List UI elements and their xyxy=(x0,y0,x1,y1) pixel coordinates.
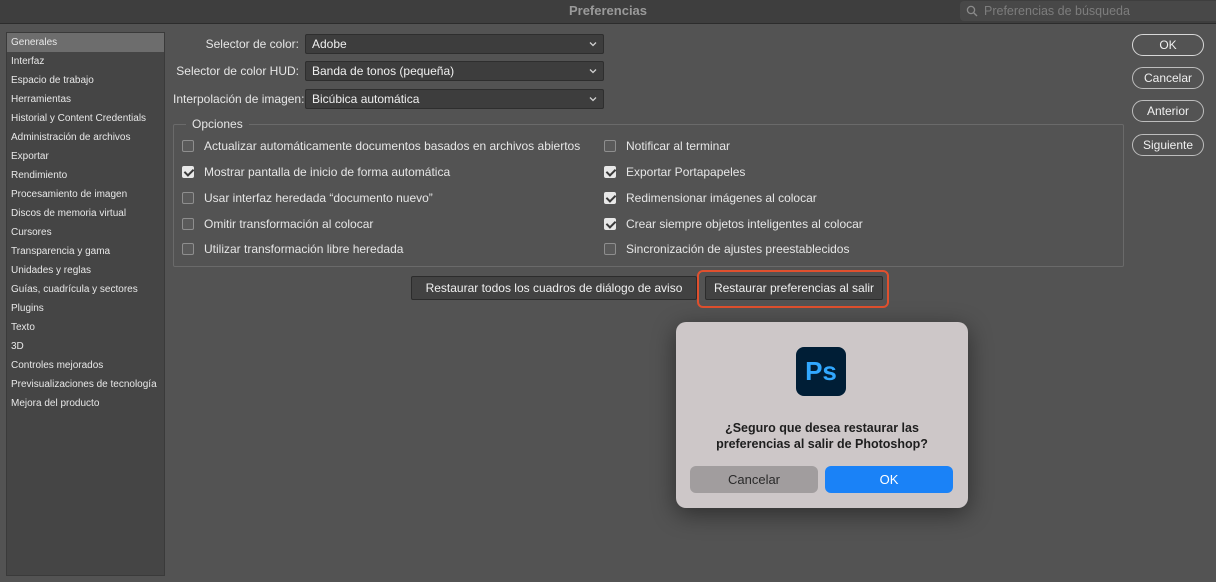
checkbox-unchecked-icon[interactable] xyxy=(604,243,616,255)
checkbox-unchecked-icon[interactable] xyxy=(182,218,194,230)
color-picker-value: Adobe xyxy=(312,37,347,51)
chevron-down-icon xyxy=(589,69,597,74)
interpolation-value: Bicúbica automática xyxy=(312,92,420,106)
sidebar-item[interactable]: Unidades y reglas xyxy=(7,261,164,280)
sidebar-item[interactable]: Cursores xyxy=(7,223,164,242)
option-checkbox[interactable]: Omitir transformación al colocar xyxy=(182,217,373,231)
option-label: Exportar Portapapeles xyxy=(626,165,746,179)
sidebar-item[interactable]: Procesamiento de imagen xyxy=(7,185,164,204)
option-label: Omitir transformación al colocar xyxy=(204,217,374,231)
sidebar-item[interactable]: Generales xyxy=(7,33,164,52)
option-label: Sincronización de ajustes preestablecido… xyxy=(626,242,850,256)
next-button[interactable]: Siguiente xyxy=(1132,134,1204,156)
checkbox-checked-icon[interactable] xyxy=(604,218,616,230)
hud-picker-label: Selector de color HUD: xyxy=(176,64,299,78)
search-input[interactable] xyxy=(984,4,1204,18)
dialog-ok-button[interactable]: OK xyxy=(825,466,953,493)
chevron-down-icon xyxy=(589,97,597,102)
checkbox-unchecked-icon[interactable] xyxy=(604,140,616,152)
interpolation-row: Interpolación de imagen: Bicúbica automá… xyxy=(173,89,604,109)
chevron-down-icon xyxy=(589,42,597,47)
sidebar-item[interactable]: Mejora del producto xyxy=(7,394,164,413)
sidebar-item[interactable]: Interfaz xyxy=(7,52,164,71)
title-bar: Preferencias xyxy=(0,0,1216,24)
search-icon xyxy=(966,5,978,17)
highlight-outline xyxy=(697,270,889,308)
options-legend: Opciones xyxy=(186,117,249,131)
hud-picker-value: Banda de tonos (pequeña) xyxy=(312,64,455,78)
sidebar-item[interactable]: Espacio de trabajo xyxy=(7,71,164,90)
sidebar-item[interactable]: Historial y Content Credentials xyxy=(7,109,164,128)
hud-picker-select[interactable]: Banda de tonos (pequeña) xyxy=(305,61,604,81)
sidebar-item[interactable]: Herramientas xyxy=(7,90,164,109)
search-box[interactable] xyxy=(960,1,1216,21)
option-checkbox[interactable]: Exportar Portapapeles xyxy=(604,165,745,179)
option-label: Redimensionar imágenes al colocar xyxy=(626,191,817,205)
option-checkbox[interactable]: Crear siempre objetos inteligentes al co… xyxy=(604,217,863,231)
ok-button[interactable]: OK xyxy=(1132,34,1204,56)
photoshop-logo-icon: Ps xyxy=(796,347,846,396)
interpolation-select[interactable]: Bicúbica automática xyxy=(305,89,604,109)
color-picker-row: Selector de color: Adobe xyxy=(173,34,604,54)
sidebar-item[interactable]: Texto xyxy=(7,318,164,337)
option-label: Notificar al terminar xyxy=(626,139,731,153)
confirm-dialog: Ps ¿Seguro que desea restaurar las prefe… xyxy=(676,322,968,508)
option-label: Utilizar transformación libre heredada xyxy=(204,242,404,256)
sidebar-item[interactable]: 3D xyxy=(7,337,164,356)
confirm-message: ¿Seguro que desea restaurar las preferen… xyxy=(716,421,928,451)
previous-button[interactable]: Anterior xyxy=(1132,100,1204,122)
dialog-cancel-button[interactable]: Cancelar xyxy=(690,466,818,493)
option-checkbox[interactable]: Redimensionar imágenes al colocar xyxy=(604,191,817,205)
checkbox-checked-icon[interactable] xyxy=(604,166,616,178)
checkbox-unchecked-icon[interactable] xyxy=(182,140,194,152)
sidebar-item[interactable]: Discos de memoria virtual xyxy=(7,204,164,223)
preferences-sidebar: Generales Interfaz Espacio de trabajo Herra… xyxy=(6,32,165,576)
option-checkbox[interactable]: Notificar al terminar xyxy=(604,139,730,153)
cancel-button[interactable]: Cancelar xyxy=(1132,67,1204,89)
checkbox-checked-icon[interactable] xyxy=(182,166,194,178)
color-picker-label: Selector de color: xyxy=(205,37,299,51)
sidebar-item[interactable]: Previsualizaciones de tecnología xyxy=(7,375,164,394)
checkbox-checked-icon[interactable] xyxy=(604,192,616,204)
option-checkbox[interactable]: Sincronización de ajustes preestablecido… xyxy=(604,242,849,256)
color-picker-select[interactable]: Adobe xyxy=(305,34,604,54)
option-checkbox[interactable]: Usar interfaz heredada “documento nuevo” xyxy=(182,191,433,205)
sidebar-item[interactable]: Rendimiento xyxy=(7,166,164,185)
sidebar-item[interactable]: Exportar xyxy=(7,147,164,166)
option-label: Actualizar automáticamente documentos ba… xyxy=(204,139,581,153)
option-label: Crear siempre objetos inteligentes al co… xyxy=(626,217,863,231)
option-label: Mostrar pantalla de inicio de forma auto… xyxy=(204,165,451,179)
option-checkbox[interactable]: Actualizar automáticamente documentos ba… xyxy=(182,139,580,153)
options-group: Opciones Actualizar automáticamente docu… xyxy=(173,117,1124,267)
checkbox-unchecked-icon[interactable] xyxy=(182,243,194,255)
hud-picker-row: Selector de color HUD: Banda de tonos (p… xyxy=(173,61,604,81)
sidebar-item[interactable]: Transparencia y gama xyxy=(7,242,164,261)
sidebar-item[interactable]: Administración de archivos xyxy=(7,128,164,147)
option-label: Usar interfaz heredada “documento nuevo” xyxy=(204,191,433,205)
sidebar-item[interactable]: Guías, cuadrícula y sectores xyxy=(7,280,164,299)
interpolation-label: Interpolación de imagen: xyxy=(173,92,305,106)
option-checkbox[interactable]: Utilizar transformación libre heredada xyxy=(182,242,403,256)
reset-dialogs-button[interactable]: Restaurar todos los cuadros de diálogo d… xyxy=(411,276,697,300)
sidebar-item[interactable]: Controles mejorados xyxy=(7,356,164,375)
option-checkbox[interactable]: Mostrar pantalla de inicio de forma auto… xyxy=(182,165,450,179)
sidebar-item[interactable]: Plugins xyxy=(7,299,164,318)
checkbox-unchecked-icon[interactable] xyxy=(182,192,194,204)
